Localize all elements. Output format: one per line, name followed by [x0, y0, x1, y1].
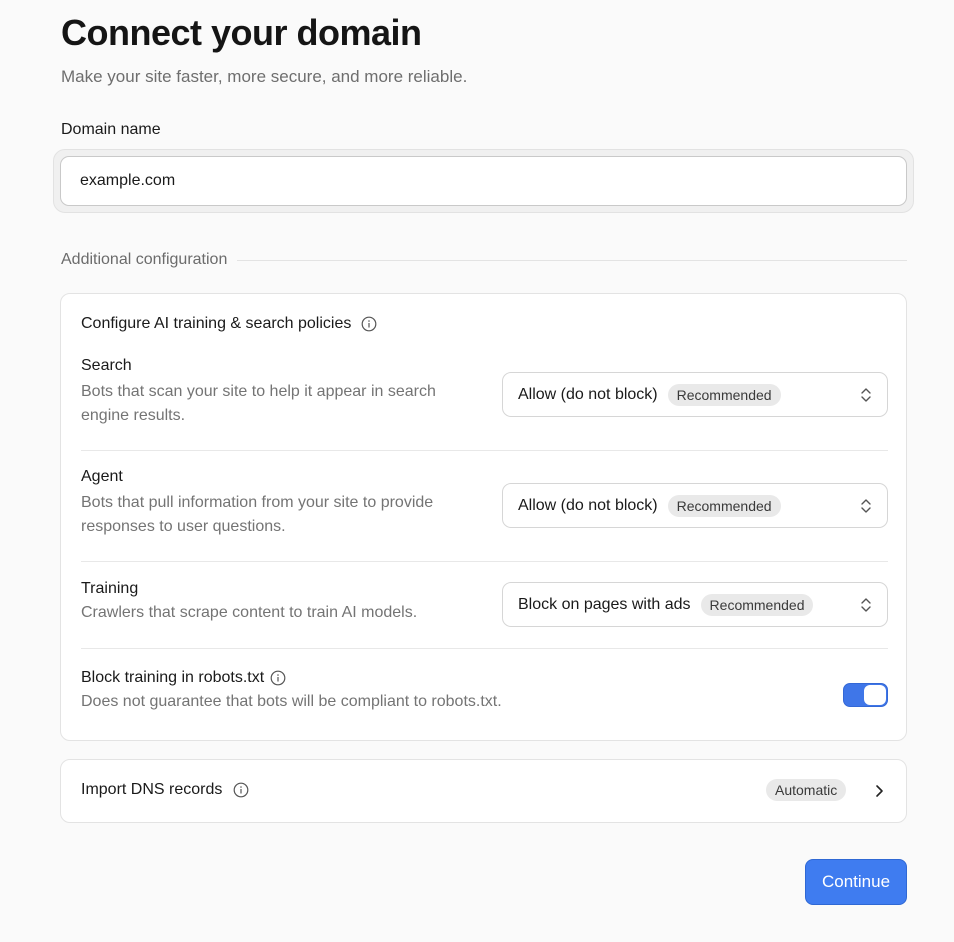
connect-domain-page: Connect your domain Make your site faste…	[0, 0, 954, 942]
page-title: Connect your domain	[61, 12, 422, 53]
robots-txt-title-text: Block training in robots.txt	[81, 669, 265, 686]
robots-txt-title: Block training in robots.txt	[81, 669, 888, 687]
search-policy-value: Allow (do not block)	[518, 385, 658, 403]
chevron-up-down-icon	[861, 387, 871, 402]
toggle-knob	[864, 685, 886, 705]
training-policy-select[interactable]: Block on pages with ads Recommended	[502, 582, 888, 627]
agent-policy-select[interactable]: Allow (do not block) Recommended	[502, 483, 888, 528]
additional-configuration-heading: Additional configuration	[61, 251, 907, 269]
info-icon[interactable]	[270, 670, 286, 686]
agent-policy-value: Allow (do not block)	[518, 496, 658, 514]
info-icon[interactable]	[361, 316, 377, 332]
robots-txt-toggle[interactable]	[843, 683, 888, 707]
agent-recommended-badge: Recommended	[667, 494, 781, 517]
ai-policies-title-text: Configure AI training & search policies	[81, 315, 352, 332]
additional-configuration-label: Additional configuration	[61, 251, 228, 268]
row-divider	[81, 450, 888, 451]
continue-button[interactable]: Continue	[805, 859, 907, 905]
import-dns-label: Import DNS records	[81, 781, 223, 798]
robots-txt-description: Does not guarantee that bots will be com…	[81, 693, 502, 710]
chevron-up-down-icon	[861, 498, 871, 513]
ai-policies-card: Configure AI training & search policies …	[60, 293, 907, 741]
row-divider	[81, 648, 888, 649]
training-policy-value: Block on pages with ads	[518, 595, 691, 613]
automatic-badge: Automatic	[766, 779, 847, 801]
training-policy-description: Crawlers that scrape content to train AI…	[81, 604, 418, 621]
import-dns-card[interactable]: Import DNS records Automatic	[60, 759, 907, 823]
training-recommended-badge: Recommended	[700, 593, 814, 616]
agent-policy-description: Bots that pull information from your sit…	[81, 494, 434, 535]
search-policy-select[interactable]: Allow (do not block) Recommended	[502, 372, 888, 417]
section-divider	[237, 259, 907, 261]
ai-policies-title: Configure AI training & search policies	[81, 315, 377, 333]
search-policy-description: Bots that scan your site to help it appe…	[81, 383, 436, 424]
chevron-right-icon[interactable]	[874, 783, 884, 799]
page-subtitle: Make your site faster, more secure, and …	[61, 67, 468, 86]
search-recommended-badge: Recommended	[667, 383, 781, 406]
info-icon[interactable]	[233, 782, 249, 798]
row-divider	[81, 561, 888, 562]
chevron-up-down-icon	[861, 597, 871, 612]
robots-txt-row: Block training in robots.txt Does not gu…	[81, 669, 888, 714]
domain-name-input[interactable]	[60, 156, 907, 206]
import-dns-title: Import DNS records	[81, 781, 249, 799]
domain-name-label: Domain name	[61, 121, 161, 138]
